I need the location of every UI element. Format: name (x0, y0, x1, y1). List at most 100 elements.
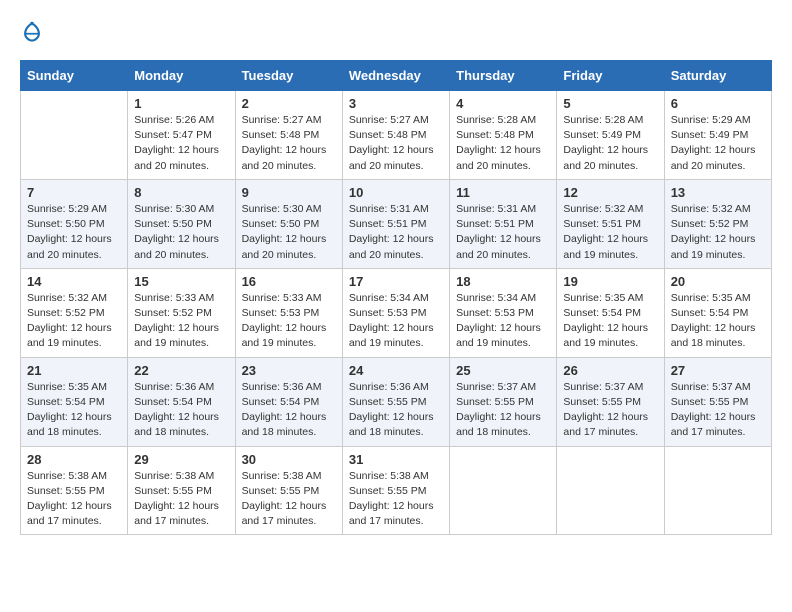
day-number: 3 (349, 96, 443, 111)
day-number: 26 (563, 363, 657, 378)
day-number: 13 (671, 185, 765, 200)
calendar-cell: 31 Sunrise: 5:38 AM Sunset: 5:55 PM Dayli… (342, 446, 449, 535)
day-number: 16 (242, 274, 336, 289)
calendar-header-row: SundayMondayTuesdayWednesdayThursdayFrid… (21, 61, 772, 91)
day-number: 5 (563, 96, 657, 111)
day-info: Sunrise: 5:31 AM Sunset: 5:51 PM Dayligh… (349, 202, 443, 263)
day-info: Sunrise: 5:38 AM Sunset: 5:55 PM Dayligh… (27, 469, 121, 530)
day-number: 15 (134, 274, 228, 289)
calendar-cell: 9Sunrise: 5:30 AM Sunset: 5:50 PM Daylig… (235, 179, 342, 268)
calendar-cell (21, 91, 128, 180)
calendar-cell (557, 446, 664, 535)
day-info: Sunrise: 5:37 AM Sunset: 5:55 PM Dayligh… (456, 380, 550, 441)
day-info: Sunrise: 5:37 AM Sunset: 5:55 PM Dayligh… (671, 380, 765, 441)
calendar-cell: 4 Sunrise: 5:28 AM Sunset: 5:48 PM Daylig… (450, 91, 557, 180)
calendar-cell: 21 Sunrise: 5:35 AM Sunset: 5:54 PM Dayli… (21, 357, 128, 446)
day-info: Sunrise: 5:26 AM Sunset: 5:47 PM Dayligh… (134, 113, 228, 174)
day-number: 8 (134, 185, 228, 200)
day-number: 31 (349, 452, 443, 467)
calendar-cell: 13 Sunrise: 5:32 AM Sunset: 5:52 PM Dayli… (664, 179, 771, 268)
calendar-cell: 15 Sunrise: 5:33 AM Sunset: 5:52 PM Dayli… (128, 268, 235, 357)
day-info: Sunrise: 5:36 AM Sunset: 5:54 PM Dayligh… (134, 380, 228, 441)
day-info: Sunrise: 5:33 AM Sunset: 5:52 PM Dayligh… (134, 291, 228, 352)
day-info: Sunrise: 5:37 AM Sunset: 5:55 PM Dayligh… (563, 380, 657, 441)
day-number: 10 (349, 185, 443, 200)
day-info: Sunrise: 5:35 AM Sunset: 5:54 PM Dayligh… (671, 291, 765, 352)
calendar-table: SundayMondayTuesdayWednesdayThursdayFrid… (20, 60, 772, 535)
day-number: 20 (671, 274, 765, 289)
day-number: 24 (349, 363, 443, 378)
calendar-cell: 24Sunrise: 5:36 AM Sunset: 5:55 PM Dayli… (342, 357, 449, 446)
day-number: 19 (563, 274, 657, 289)
column-header-wednesday: Wednesday (342, 61, 449, 91)
day-number: 28 (27, 452, 121, 467)
calendar-week-row: 28 Sunrise: 5:38 AM Sunset: 5:55 PM Dayli… (21, 446, 772, 535)
calendar-cell: 19 Sunrise: 5:35 AM Sunset: 5:54 PM Dayli… (557, 268, 664, 357)
day-number: 22 (134, 363, 228, 378)
day-number: 17 (349, 274, 443, 289)
calendar-cell: 12 Sunrise: 5:32 AM Sunset: 5:51 PM Dayli… (557, 179, 664, 268)
day-info: Sunrise: 5:31 AM Sunset: 5:51 PM Dayligh… (456, 202, 550, 263)
day-number: 30 (242, 452, 336, 467)
calendar-cell: 8 Sunrise: 5:30 AM Sunset: 5:50 PM Daylig… (128, 179, 235, 268)
day-number: 6 (671, 96, 765, 111)
day-info: Sunrise: 5:27 AM Sunset: 5:48 PM Dayligh… (242, 113, 336, 174)
calendar-cell: 1Sunrise: 5:26 AM Sunset: 5:47 PM Daylig… (128, 91, 235, 180)
calendar-cell: 27 Sunrise: 5:37 AM Sunset: 5:55 PM Dayli… (664, 357, 771, 446)
day-info: Sunrise: 5:38 AM Sunset: 5:55 PM Dayligh… (349, 469, 443, 530)
day-number: 27 (671, 363, 765, 378)
calendar-cell (450, 446, 557, 535)
calendar-cell: 3 Sunrise: 5:27 AM Sunset: 5:48 PM Daylig… (342, 91, 449, 180)
day-info: Sunrise: 5:30 AM Sunset: 5:50 PM Dayligh… (134, 202, 228, 263)
day-info: Sunrise: 5:35 AM Sunset: 5:54 PM Dayligh… (563, 291, 657, 352)
column-header-friday: Friday (557, 61, 664, 91)
calendar-cell: 18Sunrise: 5:34 AM Sunset: 5:53 PM Dayli… (450, 268, 557, 357)
calendar-cell: 6Sunrise: 5:29 AM Sunset: 5:49 PM Daylig… (664, 91, 771, 180)
calendar-week-row: 1Sunrise: 5:26 AM Sunset: 5:47 PM Daylig… (21, 91, 772, 180)
day-number: 25 (456, 363, 550, 378)
day-number: 2 (242, 96, 336, 111)
calendar-cell: 17Sunrise: 5:34 AM Sunset: 5:53 PM Dayli… (342, 268, 449, 357)
calendar-cell: 5 Sunrise: 5:28 AM Sunset: 5:49 PM Daylig… (557, 91, 664, 180)
calendar-cell: 16 Sunrise: 5:33 AM Sunset: 5:53 PM Dayli… (235, 268, 342, 357)
day-number: 23 (242, 363, 336, 378)
day-info: Sunrise: 5:32 AM Sunset: 5:52 PM Dayligh… (671, 202, 765, 263)
day-info: Sunrise: 5:27 AM Sunset: 5:48 PM Dayligh… (349, 113, 443, 174)
day-number: 11 (456, 185, 550, 200)
calendar-cell: 23 Sunrise: 5:36 AM Sunset: 5:54 PM Dayli… (235, 357, 342, 446)
day-number: 21 (27, 363, 121, 378)
day-number: 18 (456, 274, 550, 289)
calendar-cell: 28 Sunrise: 5:38 AM Sunset: 5:55 PM Dayli… (21, 446, 128, 535)
calendar-cell: 26 Sunrise: 5:37 AM Sunset: 5:55 PM Dayli… (557, 357, 664, 446)
day-info: Sunrise: 5:36 AM Sunset: 5:54 PM Dayligh… (242, 380, 336, 441)
day-info: Sunrise: 5:32 AM Sunset: 5:51 PM Dayligh… (563, 202, 657, 263)
calendar-week-row: 14Sunrise: 5:32 AM Sunset: 5:52 PM Dayli… (21, 268, 772, 357)
day-number: 9 (242, 185, 336, 200)
day-info: Sunrise: 5:28 AM Sunset: 5:48 PM Dayligh… (456, 113, 550, 174)
calendar-cell: 2 Sunrise: 5:27 AM Sunset: 5:48 PM Daylig… (235, 91, 342, 180)
day-number: 12 (563, 185, 657, 200)
calendar-cell: 11 Sunrise: 5:31 AM Sunset: 5:51 PM Dayli… (450, 179, 557, 268)
page-header (20, 20, 772, 44)
day-number: 29 (134, 452, 228, 467)
calendar-cell: 25 Sunrise: 5:37 AM Sunset: 5:55 PM Dayli… (450, 357, 557, 446)
day-info: Sunrise: 5:38 AM Sunset: 5:55 PM Dayligh… (242, 469, 336, 530)
day-info: Sunrise: 5:35 AM Sunset: 5:54 PM Dayligh… (27, 380, 121, 441)
day-info: Sunrise: 5:28 AM Sunset: 5:49 PM Dayligh… (563, 113, 657, 174)
day-number: 4 (456, 96, 550, 111)
column-header-saturday: Saturday (664, 61, 771, 91)
calendar-cell: 20 Sunrise: 5:35 AM Sunset: 5:54 PM Dayli… (664, 268, 771, 357)
column-header-sunday: Sunday (21, 61, 128, 91)
calendar-cell (664, 446, 771, 535)
day-info: Sunrise: 5:29 AM Sunset: 5:50 PM Dayligh… (27, 202, 121, 263)
day-info: Sunrise: 5:38 AM Sunset: 5:55 PM Dayligh… (134, 469, 228, 530)
day-number: 7 (27, 185, 121, 200)
calendar-cell: 30 Sunrise: 5:38 AM Sunset: 5:55 PM Dayli… (235, 446, 342, 535)
column-header-monday: Monday (128, 61, 235, 91)
day-info: Sunrise: 5:33 AM Sunset: 5:53 PM Dayligh… (242, 291, 336, 352)
calendar-week-row: 7 Sunrise: 5:29 AM Sunset: 5:50 PM Daylig… (21, 179, 772, 268)
calendar-cell: 14Sunrise: 5:32 AM Sunset: 5:52 PM Dayli… (21, 268, 128, 357)
column-header-thursday: Thursday (450, 61, 557, 91)
day-number: 14 (27, 274, 121, 289)
column-header-tuesday: Tuesday (235, 61, 342, 91)
